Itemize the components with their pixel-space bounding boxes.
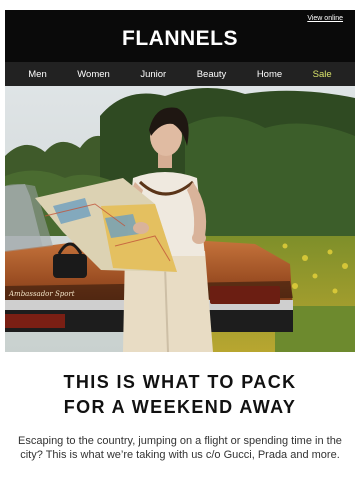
brand-logo[interactable]: FLANNELS xyxy=(5,27,355,51)
nav-item-junior[interactable]: Junior xyxy=(140,69,166,80)
hero-photo: Ambassador Sport xyxy=(5,86,355,352)
article-headline: THIS IS WHAT TO PACK FOR A WEEKEND AWAY xyxy=(5,370,355,420)
main-nav: Men Women Junior Beauty Home Sale xyxy=(5,62,355,86)
article-body: Escaping to the country, jumping on a fl… xyxy=(18,435,342,461)
car-badge: Ambassador Sport xyxy=(8,290,75,298)
hero-image[interactable]: Ambassador Sport xyxy=(5,86,355,352)
nav-item-sale[interactable]: Sale xyxy=(313,69,332,80)
email-frame: View online FLANNELS Men Women Junior Be… xyxy=(0,0,360,480)
header: View online FLANNELS xyxy=(5,10,355,62)
view-online-link[interactable]: View online xyxy=(307,15,343,22)
headline-line-2: FOR A WEEKEND AWAY xyxy=(63,397,297,417)
nav-item-home[interactable]: Home xyxy=(257,69,282,80)
nav-item-women[interactable]: Women xyxy=(77,69,110,80)
headline-line-1: THIS IS WHAT TO PACK xyxy=(63,372,297,392)
nav-item-men[interactable]: Men xyxy=(28,69,46,80)
nav-item-beauty[interactable]: Beauty xyxy=(197,69,227,80)
